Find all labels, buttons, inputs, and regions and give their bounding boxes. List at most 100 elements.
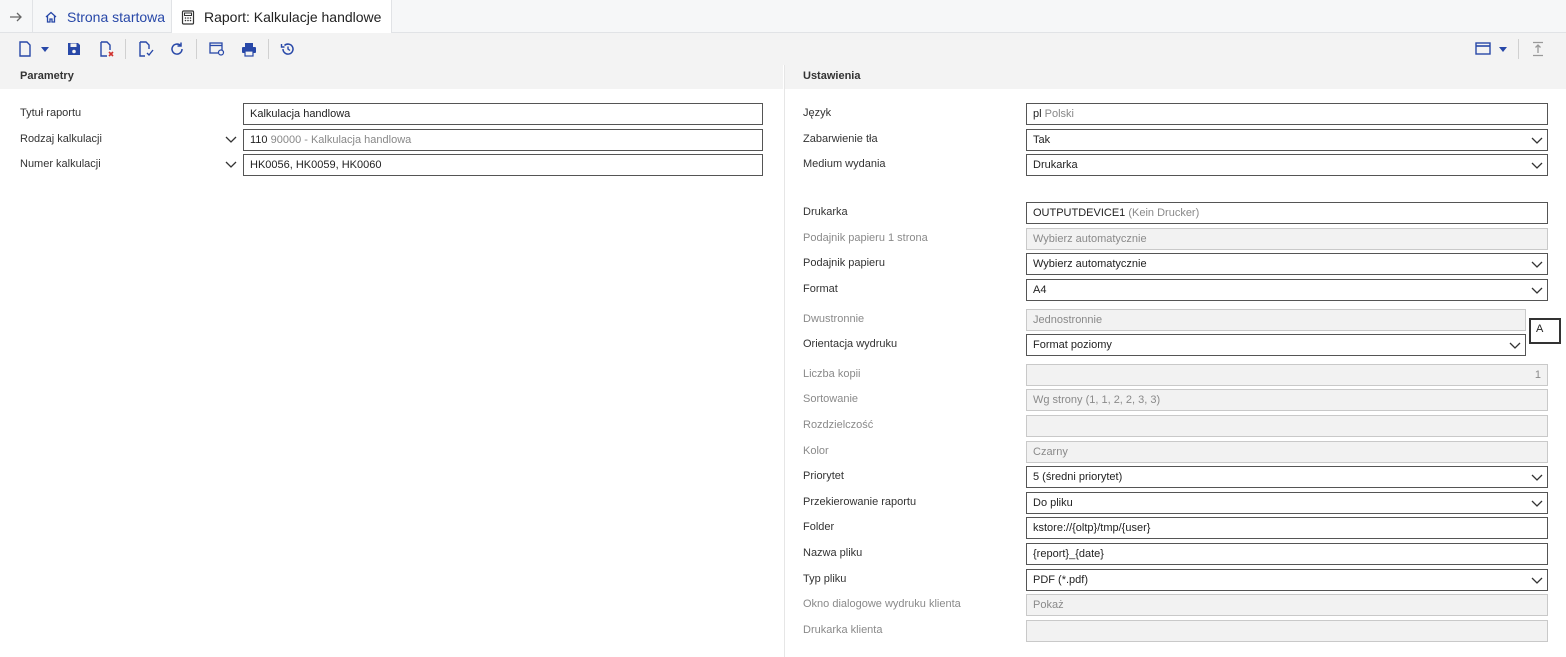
field-row-tray1: Podajnik papieru 1 strona Wybierz automa… [785,228,1566,250]
toolbar [0,33,1566,65]
tab-report-label: Raport: Kalkulacje handlowe [204,9,382,25]
output-medium-select[interactable]: Drukarka [1026,154,1548,176]
orientation-select[interactable]: Format poziomy [1026,334,1526,356]
language-input[interactable]: pl Polski [1026,103,1548,125]
settings-panel: Ustawienia Język pl Polski Zabarwienie t… [784,65,1566,657]
toolbar-separator [196,39,197,59]
select-value: Drukarka [1033,159,1078,171]
field-label: Okno dialogowe wydruku klienta [803,598,961,610]
history-icon[interactable] [277,39,299,59]
field-row-language: Język pl Polski [785,103,1566,125]
tab-bar: Strona startowa Raport: Kalkulacje handl… [0,0,1566,34]
field-label: Folder [803,521,835,533]
field-label: Podajnik papieru 1 strona [803,232,928,244]
field-row-redirect: Przekierowanie raportu Do pliku [785,492,1566,514]
background-color-select[interactable]: Tak [1026,129,1548,151]
sorting-input: Wg strony (1, 1, 2, 2, 3, 3) [1026,389,1548,411]
field-row-title: Tytuł raportu Kalkulacja handlowa [0,103,783,125]
select-value: Tak [1033,134,1051,146]
client-printer-input [1026,620,1548,642]
kind-code: 110 [250,134,268,146]
chevron-down-icon[interactable] [225,134,237,144]
chevron-down-icon [1531,162,1543,169]
field-label: Zabarwienie tła [803,133,878,145]
filename-input[interactable]: {report}_{date} [1026,543,1548,565]
field-row-client-printer: Drukarka klienta [785,620,1566,642]
report-redirect-select[interactable]: Do pliku [1026,492,1548,514]
duplex-badge: A [1529,318,1561,344]
filetype-select[interactable]: PDF (*.pdf) [1026,569,1548,591]
language-name: Polski [1044,108,1074,120]
paper-tray-first-page-input: Wybierz automatycznie [1026,228,1548,250]
tab-home-label: Strona startowa [67,8,166,25]
paper-format-select[interactable]: A4 [1026,279,1548,301]
field-label: Podajnik papieru [803,257,885,269]
collapse-icon[interactable] [1527,39,1549,59]
field-label: Tytuł raportu [20,107,82,119]
chevron-down-icon[interactable] [225,159,237,169]
field-row-printer: Drukarka OUTPUTDEVICE1 (Kein Drucker) [785,202,1566,224]
print-icon[interactable] [238,39,260,59]
field-label: Orientacja wydruku [803,338,898,350]
chevron-down-icon [1531,137,1543,144]
tab-report[interactable]: Raport: Kalkulacje handlowe [171,0,392,34]
field-row-number: Numer kalkulacji HK0056, HK0059, HK0060 [0,154,783,176]
section-title-settings: Ustawienia [785,65,1566,89]
field-label: Rozdzielczość [803,419,874,431]
select-value: Format poziomy [1033,339,1112,351]
field-label: Przekierowanie raportu [803,496,917,508]
chevron-down-icon [1531,474,1543,481]
new-document-icon[interactable] [14,39,36,59]
calculation-number-input[interactable]: HK0056, HK0059, HK0060 [243,154,763,176]
folder-input[interactable]: kstore://{oltp}/tmp/{user} [1026,517,1548,539]
field-row-filetype: Typ pliku PDF (*.pdf) [785,569,1566,591]
parameters-panel: Parametry Tytuł raportu Kalkulacja handl… [0,65,783,657]
printer-code: OUTPUTDEVICE1 [1033,207,1126,219]
caret-down-icon[interactable] [38,39,52,59]
field-row-color: Kolor Czarny [785,441,1566,463]
arrow-right-icon[interactable] [0,0,32,33]
select-value: PDF (*.pdf) [1033,574,1089,586]
field-label: Numer kalkulacji [20,158,101,170]
field-row-medium: Medium wydania Drukarka [785,154,1566,176]
preview-icon[interactable] [206,39,228,59]
field-label: Rodzaj kalkulacji [20,133,102,145]
duplex-input: Jednostronnie [1026,309,1526,331]
field-row-format: Format A4 [785,279,1566,301]
select-value: 5 (średni priorytet) [1033,471,1123,483]
field-label: Dwustronnie [803,313,865,325]
calculator-icon [180,9,196,25]
validate-document-icon[interactable] [135,39,157,59]
field-row-resolution: Rozdzielczość [785,415,1566,437]
field-row-kind: Rodzaj kalkulacji 110 90000 - Kalkulacja… [0,129,783,151]
tab-home[interactable]: Strona startowa [32,0,171,33]
color-input: Czarny [1026,441,1548,463]
select-value: A4 [1033,284,1047,296]
report-title-input[interactable]: Kalkulacja handlowa [243,103,763,125]
home-icon [43,9,59,25]
toolbar-separator [1518,39,1519,59]
field-row-bg: Zabarwienie tła Tak [785,129,1566,151]
save-icon[interactable] [63,39,85,59]
calculation-kind-input[interactable]: 110 90000 - Kalkulacja handlowa [243,129,763,151]
chevron-down-icon [1531,287,1543,294]
select-value: Wybierz automatycznie [1033,258,1147,270]
chevron-down-icon [1531,500,1543,507]
paper-tray-select[interactable]: Wybierz automatycznie [1026,253,1548,275]
field-row-priority: Priorytet 5 (średni priorytet) [785,466,1566,488]
field-label: Medium wydania [803,158,886,170]
field-row-filename: Nazwa pliku {report}_{date} [785,543,1566,565]
field-row-sorting: Sortowanie Wg strony (1, 1, 2, 2, 3, 3) [785,389,1566,411]
toolbar-separator [125,39,126,59]
chevron-down-icon [1531,261,1543,268]
field-label: Format [803,283,838,295]
chevron-down-icon [1531,577,1543,584]
printer-input[interactable]: OUTPUTDEVICE1 (Kein Drucker) [1026,202,1548,224]
layout-icon[interactable] [1472,39,1494,59]
delete-document-icon[interactable] [96,39,118,59]
refresh-icon[interactable] [166,39,188,59]
client-print-dialog-input: Pokaż [1026,594,1548,616]
caret-down-icon[interactable] [1496,39,1510,59]
language-code: pl [1033,108,1042,120]
priority-select[interactable]: 5 (średni priorytet) [1026,466,1548,488]
